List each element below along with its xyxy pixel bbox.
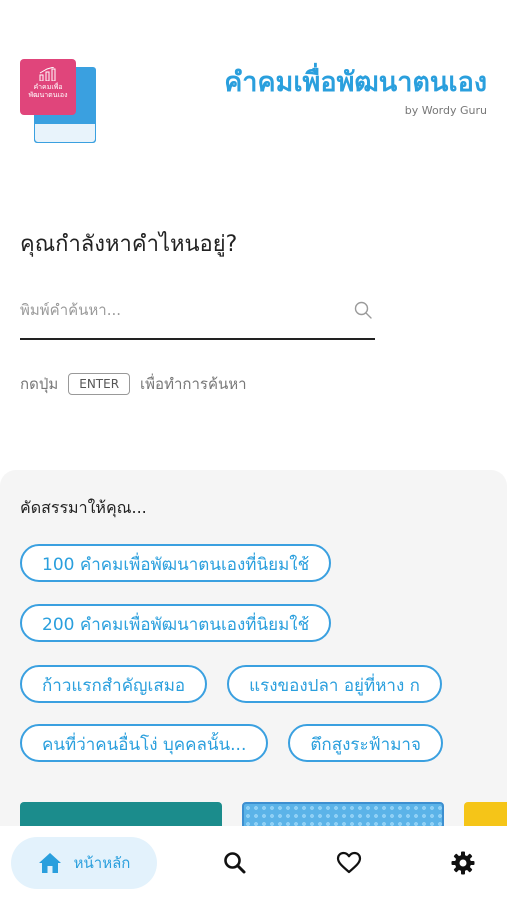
search-icon[interactable] [353, 300, 373, 320]
suggestion-chip[interactable]: ก้าวแรกสำคัญเสมอ [20, 665, 208, 703]
gear-icon[interactable] [450, 850, 476, 876]
app-subtitle: by Wordy Guru [404, 104, 487, 117]
chip-row-1: 100 คำคมเพื่อพัฒนาตนเองที่นิยมใช้ [20, 544, 332, 582]
hint-after: เพื่อทำการค้นหา [140, 375, 247, 393]
app-logo: คำคมเพื่อ พัฒนาตนเอง [20, 59, 98, 145]
enter-key-badge: ENTER [68, 373, 131, 395]
chip-row-2: 200 คำคมเพื่อพัฒนาตนเองที่นิยมใช้ [20, 604, 332, 642]
hint-before: กดปุ่ม [20, 375, 59, 393]
search-hint: กดปุ่ม ENTER เพื่อทำการค้นหา [20, 372, 247, 396]
app-title: คำคมเพื่อพัฒนาตนเอง [224, 67, 487, 98]
suggestions-title: คัดสรรมาให้คุณ... [20, 498, 147, 517]
chart-icon [39, 67, 56, 81]
chip-row-4: คนที่ว่าคนอื่นโง่ บุคคลนั้น... ตึกสูงระฟ… [20, 724, 443, 762]
nav-home-label: หน้าหลัก [73, 854, 131, 872]
suggestion-chip[interactable]: 200 คำคมเพื่อพัฒนาตนเองที่นิยมใช้ [20, 604, 332, 642]
search-question: คุณกำลังหาคำไหนอยู่? [20, 232, 238, 257]
suggestion-chip[interactable]: ตึกสูงระฟ้ามาจ [288, 724, 443, 762]
suggestion-chip[interactable]: คนที่ว่าคนอื่นโง่ บุคคลนั้น... [20, 724, 269, 762]
suggestions-panel: คัดสรรมาให้คุณ... 100 คำคมเพื่อพัฒนาตนเอ… [0, 470, 507, 850]
logo-book-pages [34, 123, 96, 143]
search-icon[interactable] [222, 850, 248, 876]
logo-text: คำคมเพื่อ พัฒนาตนเอง [28, 83, 68, 99]
heart-icon[interactable] [336, 850, 362, 876]
home-icon [38, 853, 61, 873]
logo-book-cover: คำคมเพื่อ พัฒนาตนเอง [20, 59, 76, 115]
suggestion-chip[interactable]: 100 คำคมเพื่อพัฒนาตนเองที่นิยมใช้ [20, 544, 332, 582]
suggestion-chip[interactable]: แรงของปลา อยู่ที่หาง ก [227, 665, 442, 703]
bottom-nav: หน้าหลัก [0, 826, 507, 900]
nav-home-button[interactable]: หน้าหลัก [11, 837, 157, 889]
chip-row-3: ก้าวแรกสำคัญเสมอ แรงของปลา อยู่ที่หาง ก [20, 665, 442, 703]
search-bar [20, 292, 375, 340]
search-input[interactable] [20, 292, 340, 328]
